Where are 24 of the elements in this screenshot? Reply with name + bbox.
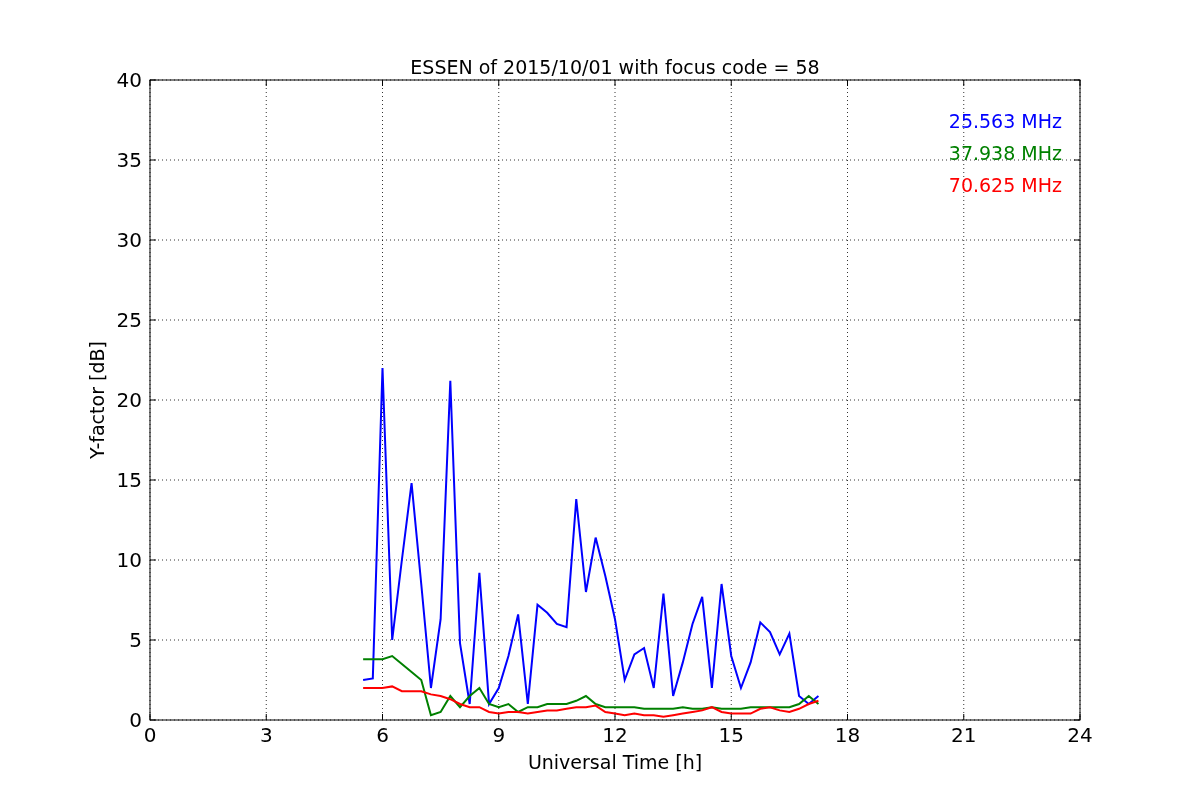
chart-title: ESSEN of 2015/10/01 with focus code = 58 (410, 56, 820, 78)
x-axis-label: Universal Time [h] (527, 751, 703, 773)
y-tick-label: 15 (116, 468, 142, 492)
x-tick-label: 3 (259, 723, 273, 747)
y-axis-label: Y-factor [dB] (86, 341, 108, 459)
x-tick-label: 15 (718, 723, 744, 747)
x-tick-label: 18 (834, 723, 861, 747)
y-tick-label: 40 (116, 68, 142, 92)
x-tick-label: 6 (376, 723, 389, 747)
x-tick-label: 12 (602, 723, 628, 747)
legend-label: 25.563 MHz (948, 110, 1062, 132)
y-tick-label: 35 (116, 148, 142, 172)
x-tick-label: 21 (951, 723, 977, 747)
legend-label: 70.625 MHz (948, 174, 1062, 196)
legend-label: 37.938 MHz (948, 142, 1062, 164)
y-tick-label: 25 (116, 308, 142, 332)
y-tick-label: 5 (129, 628, 142, 652)
x-tick-label: 24 (1067, 723, 1093, 747)
y-tick-label: 30 (116, 228, 142, 252)
y-tick-label: 0 (129, 708, 142, 732)
x-tick-label: 9 (492, 723, 506, 747)
y-tick-label: 20 (116, 388, 142, 412)
x-tick-label: 0 (143, 723, 157, 747)
y-tick-label: 10 (116, 548, 142, 572)
